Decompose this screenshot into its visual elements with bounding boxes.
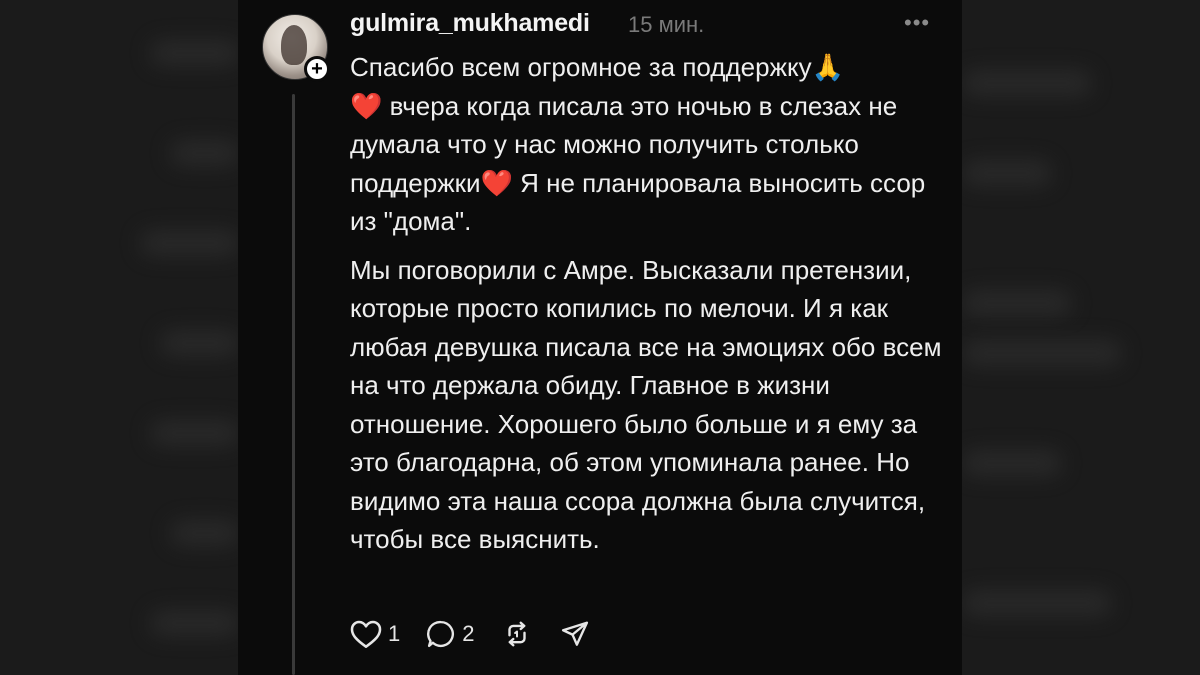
like-count: 1 — [388, 621, 401, 646]
post-text-segment: Спасибо всем огромное за поддержку🙏 — [350, 52, 844, 82]
share-button[interactable] — [559, 619, 591, 649]
comment-button[interactable]: 2 — [426, 619, 475, 649]
post-body: Спасибо всем огромное за поддержку🙏 ❤️ вч… — [350, 48, 950, 559]
more-options-icon[interactable]: ••• — [904, 10, 930, 36]
like-button[interactable]: 1 — [350, 619, 400, 649]
blurred-background-left — [0, 0, 238, 675]
follow-plus-icon[interactable]: + — [304, 56, 330, 82]
thread-line — [292, 94, 295, 675]
repost-button[interactable] — [501, 619, 533, 649]
blurred-background-right — [962, 0, 1200, 675]
repost-icon — [507, 621, 526, 647]
comment-count: 2 — [462, 621, 475, 646]
username[interactable]: gulmira_mukhamedi — [350, 9, 590, 38]
avatar-photo — [281, 25, 307, 65]
heart-outline-icon — [350, 620, 382, 648]
thread-post: + gulmira_mukhamedi 15 мин. ••• Спасибо … — [238, 0, 962, 675]
post-paragraph: Спасибо всем огромное за поддержку🙏 ❤️ вч… — [350, 48, 950, 241]
post-timestamp: 15 мин. — [628, 12, 705, 37]
speech-bubble-icon — [427, 620, 455, 648]
red-heart-emoji: ❤️ — [480, 167, 513, 198]
send-icon — [561, 621, 588, 646]
red-heart-emoji: ❤️ — [350, 90, 383, 121]
post-actions: 1 2 — [350, 614, 617, 654]
post-paragraph: Мы поговорили с Амре. Высказали претензи… — [350, 254, 942, 555]
